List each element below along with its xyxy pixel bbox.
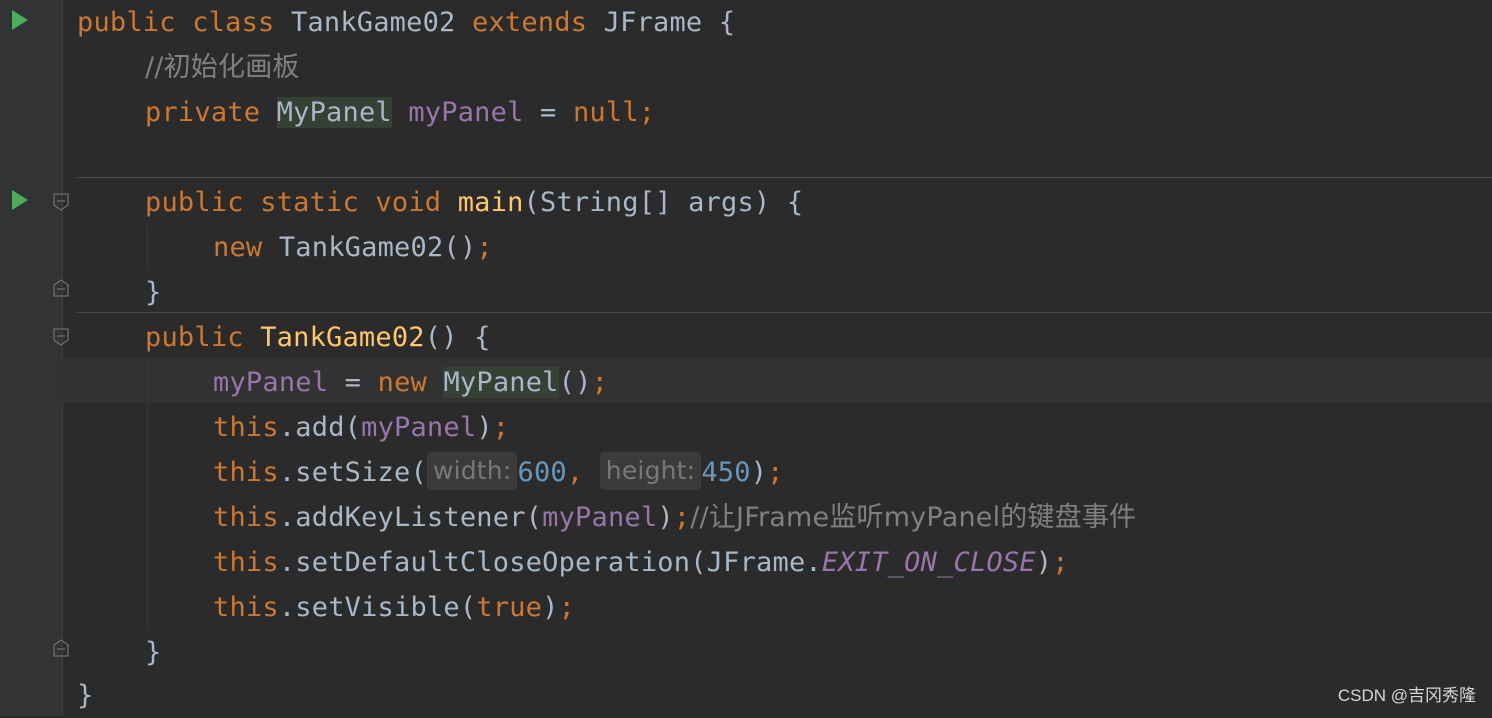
keyword: this bbox=[213, 412, 279, 443]
brace: } bbox=[77, 680, 94, 711]
semicolon: ; bbox=[558, 592, 576, 623]
code-line[interactable]: public TankGame02() { bbox=[145, 315, 491, 360]
brace: { bbox=[718, 7, 736, 38]
code-line[interactable]: new TankGame02(); bbox=[213, 225, 493, 270]
paren: ) bbox=[750, 457, 768, 488]
brace: } bbox=[145, 637, 162, 668]
keyword: public bbox=[77, 7, 176, 38]
class-name: TankGame02 bbox=[290, 7, 456, 38]
params: () bbox=[558, 367, 592, 398]
class-name: JFrame bbox=[603, 7, 703, 38]
fold-close-icon[interactable] bbox=[53, 279, 69, 297]
code-line[interactable]: myPanel = new MyPanel(); bbox=[213, 360, 608, 405]
keyword: this bbox=[213, 457, 279, 488]
param-hint-width: width: bbox=[426, 452, 518, 490]
semicolon: ; bbox=[1052, 547, 1069, 578]
method-separator bbox=[77, 312, 1492, 313]
code-line[interactable]: this.add(myPanel); bbox=[213, 405, 509, 450]
number: 450 bbox=[701, 457, 751, 488]
code-line[interactable]: } bbox=[77, 673, 93, 718]
keyword: public bbox=[145, 187, 244, 218]
code-line[interactable]: public static void main(String[] args) { bbox=[145, 180, 803, 225]
run-class-icon[interactable] bbox=[12, 10, 28, 30]
semicolon: ; bbox=[673, 502, 691, 533]
code-line[interactable]: } bbox=[145, 270, 161, 315]
code-line[interactable]: //初始化画板 bbox=[145, 45, 300, 90]
watermark: CSDN @吉冈秀隆 bbox=[1337, 686, 1476, 705]
editor-gutter[interactable] bbox=[0, 0, 63, 716]
keyword: class bbox=[192, 7, 275, 38]
field-name: myPanel bbox=[213, 367, 329, 398]
fold-close-icon[interactable] bbox=[53, 639, 69, 657]
operator: = bbox=[344, 367, 362, 398]
keyword: this bbox=[213, 502, 279, 533]
semicolon: ; bbox=[476, 232, 493, 263]
class-name: MyPanel bbox=[276, 97, 392, 128]
comment: //初始化画板 bbox=[145, 52, 300, 83]
keyword: private bbox=[145, 97, 261, 128]
fold-open-icon[interactable] bbox=[53, 193, 69, 211]
run-main-icon[interactable] bbox=[12, 190, 28, 210]
method-separator bbox=[77, 177, 1492, 178]
keyword: this bbox=[213, 592, 279, 623]
keyword: null bbox=[572, 97, 639, 128]
keyword: extends bbox=[471, 7, 588, 38]
brace: { bbox=[474, 322, 491, 353]
constructor-call: TankGame02() bbox=[278, 232, 477, 263]
method-call: .setSize( bbox=[278, 457, 427, 488]
param-hint-height: height: bbox=[599, 452, 702, 490]
paren: ) bbox=[1035, 547, 1053, 578]
semicolon: ; bbox=[638, 97, 656, 128]
number: 600 bbox=[517, 457, 567, 488]
params: () bbox=[424, 322, 458, 353]
code-line[interactable]: private MyPanel myPanel = null; bbox=[145, 90, 655, 135]
indent-guide bbox=[147, 225, 148, 270]
comment: //让JFrame监听myPanel的键盘事件 bbox=[690, 502, 1137, 533]
semicolon: ; bbox=[591, 367, 609, 398]
field-name: myPanel bbox=[542, 502, 658, 533]
method-name: TankGame02 bbox=[260, 322, 425, 353]
paren: ) bbox=[657, 502, 674, 533]
class-name: MyPanel bbox=[443, 367, 559, 398]
code-line[interactable]: this.addKeyListener(myPanel);//让JFrame监听… bbox=[213, 495, 1136, 540]
code-line[interactable]: this.setVisible(true); bbox=[213, 585, 575, 630]
semicolon: ; bbox=[492, 412, 510, 443]
method-call: .setVisible( bbox=[278, 592, 477, 623]
method-call: .add( bbox=[278, 412, 362, 443]
code-editor[interactable]: public class TankGame02 extends JFrame {… bbox=[0, 0, 1492, 716]
paren: ) bbox=[542, 592, 559, 623]
brace: { bbox=[786, 187, 804, 218]
code-line[interactable]: public class TankGame02 extends JFrame { bbox=[77, 0, 735, 45]
keyword: static bbox=[260, 187, 359, 218]
constant: EXIT_ON_CLOSE bbox=[821, 547, 1036, 578]
keyword: public bbox=[145, 322, 244, 353]
keyword: void bbox=[375, 187, 442, 218]
code-line[interactable]: } bbox=[145, 630, 161, 675]
keyword: new bbox=[377, 367, 427, 398]
code-line[interactable]: this.setDefaultCloseOperation(JFrame.EXI… bbox=[213, 540, 1069, 585]
paren: ) bbox=[476, 412, 493, 443]
brace: } bbox=[145, 277, 162, 308]
keyword: new bbox=[213, 232, 263, 263]
indent-guide bbox=[147, 360, 148, 630]
method-call: .addKeyListener( bbox=[278, 502, 543, 533]
keyword: this bbox=[213, 547, 279, 578]
field-name: myPanel bbox=[408, 97, 524, 128]
method-call: .setDefaultCloseOperation(JFrame. bbox=[278, 547, 822, 578]
operator: = bbox=[540, 97, 557, 128]
keyword: true bbox=[476, 592, 543, 623]
params: (String[] args) bbox=[523, 187, 771, 218]
field-name: myPanel bbox=[361, 412, 477, 443]
semicolon: ; bbox=[767, 457, 784, 488]
fold-open-icon[interactable] bbox=[53, 328, 69, 346]
code-line[interactable]: this.setSize(width: 600, height: 450); bbox=[213, 450, 784, 495]
method-name: main bbox=[457, 187, 524, 218]
comma: , bbox=[566, 457, 584, 488]
